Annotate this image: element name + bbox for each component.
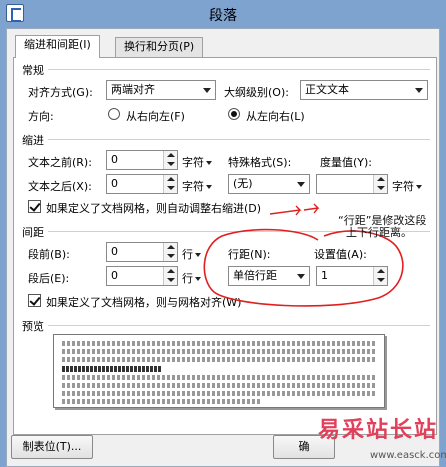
chevron-down-icon: [293, 267, 309, 285]
dialog-window: 段落 缩进和间距(I) 换行和分页(P) 常规 对齐方式(G): 两端对齐 大纲…: [0, 0, 446, 467]
chevron-down-icon: [199, 81, 215, 99]
preview-line: [62, 391, 376, 396]
chevron-down-icon: [411, 81, 427, 99]
divider: [48, 325, 430, 326]
preview-line: [62, 399, 262, 404]
ltr-radio[interactable]: [228, 108, 240, 120]
indent-after-value: 0: [111, 177, 118, 190]
space-before-value: 0: [111, 245, 118, 258]
section-spacing: 间距: [22, 226, 44, 239]
chevron-down-icon: [195, 253, 201, 257]
chevron-down-icon: [206, 161, 212, 165]
watermark-url: www.easck.com: [370, 450, 446, 461]
special-format-select[interactable]: (无): [228, 174, 310, 194]
section-general: 常规: [22, 64, 44, 77]
outline-level-value: 正文文本: [305, 83, 349, 96]
outline-level-label: 大纲级别(O):: [224, 86, 289, 99]
line-spacing-label: 行距(N):: [228, 248, 271, 261]
space-after-label: 段后(E):: [28, 272, 70, 285]
section-indent: 缩进: [22, 134, 44, 147]
indent-after-unit: 字符: [182, 180, 204, 193]
setting-value-spinner[interactable]: 1: [316, 266, 388, 286]
preview-line: [62, 375, 376, 380]
space-after-value: 0: [111, 269, 118, 282]
measure-label: 度量值(Y):: [320, 156, 373, 169]
dialog-body: 缩进和间距(I) 换行和分页(P) 常规 对齐方式(G): 两端对齐 大纲级别(…: [6, 28, 440, 467]
alignment-value: 两端对齐: [111, 83, 155, 96]
line-spacing-select[interactable]: 单倍行距: [228, 266, 310, 286]
indent-after-unit-dropdown[interactable]: 字符: [182, 178, 212, 194]
alignment-select[interactable]: 两端对齐: [106, 80, 216, 100]
indent-before-unit-dropdown[interactable]: 字符: [182, 154, 212, 170]
ltr-label: 从左向右(L): [246, 110, 305, 123]
space-before-unit: 行: [182, 248, 193, 261]
space-after-spinner[interactable]: 0: [106, 266, 178, 286]
spin-arrows-icon[interactable]: [163, 243, 177, 261]
tab-line-page-breaks[interactable]: 换行和分页(P): [115, 37, 204, 57]
space-after-unit: 行: [182, 272, 193, 285]
special-format-label: 特殊格式(S):: [228, 156, 292, 169]
indent-before-unit: 字符: [182, 156, 204, 169]
chevron-down-icon: [195, 277, 201, 281]
spin-arrows-icon[interactable]: [163, 267, 177, 285]
tab-indent-spacing[interactable]: 缩进和间距(I): [15, 35, 100, 58]
outline-level-select[interactable]: 正文文本: [300, 80, 428, 100]
title-bar: 段落: [0, 0, 446, 26]
space-after-unit-dropdown[interactable]: 行: [182, 270, 201, 286]
indent-after-label: 文本之后(X):: [28, 180, 92, 193]
space-before-unit-dropdown[interactable]: 行: [182, 246, 201, 262]
spin-arrows-icon[interactable]: [163, 151, 177, 169]
spin-arrows-icon[interactable]: [163, 175, 177, 193]
chevron-down-icon: [206, 185, 212, 189]
spin-arrows-icon[interactable]: [373, 267, 387, 285]
preview-line: [62, 349, 376, 354]
setting-value: 1: [321, 269, 328, 282]
annotation-text-line2: 上下行距离。: [346, 226, 412, 239]
space-before-label: 段前(B):: [28, 248, 70, 261]
divider: [48, 139, 430, 140]
measure-unit: 字符: [392, 180, 414, 193]
chevron-down-icon: [293, 175, 309, 193]
indent-before-label: 文本之前(R):: [28, 156, 92, 169]
tab-stops-button[interactable]: 制表位(T)...: [11, 435, 93, 459]
indent-after-spinner[interactable]: 0: [106, 174, 178, 194]
watermark-logo: 易采站长站: [318, 417, 439, 443]
alignment-label: 对齐方式(G):: [28, 86, 93, 99]
preview-line: [62, 357, 376, 362]
divider: [48, 69, 430, 70]
measure-spinner[interactable]: [316, 174, 388, 194]
preview-line: [62, 341, 376, 346]
preview-current-paragraph: [62, 366, 162, 372]
chevron-down-icon: [416, 185, 422, 189]
dialog-title: 段落: [209, 8, 237, 24]
measure-unit-dropdown[interactable]: 字符: [392, 178, 422, 194]
line-spacing-value: 单倍行距: [233, 269, 277, 282]
indent-grid-checkbox-label: 如果定义了文档网格，则自动调整右缩进(D): [46, 202, 262, 215]
rtl-radio[interactable]: [108, 108, 120, 120]
spacing-grid-checkbox[interactable]: [28, 294, 41, 307]
indent-before-spinner[interactable]: 0: [106, 150, 178, 170]
preview-line: [62, 383, 376, 388]
spin-arrows-icon[interactable]: [373, 175, 387, 193]
special-format-value: (无): [233, 177, 253, 190]
rtl-label: 从右向左(F): [126, 110, 185, 123]
space-before-spinner[interactable]: 0: [106, 242, 178, 262]
indent-grid-checkbox[interactable]: [28, 200, 41, 213]
setting-value-label: 设置值(A):: [314, 248, 367, 261]
section-preview: 预览: [22, 320, 44, 333]
preview-box: [53, 334, 385, 408]
indent-before-value: 0: [111, 153, 118, 166]
direction-label: 方向:: [28, 110, 54, 123]
spacing-grid-checkbox-label: 如果定义了文档网格，则与网格对齐(W): [46, 296, 242, 309]
